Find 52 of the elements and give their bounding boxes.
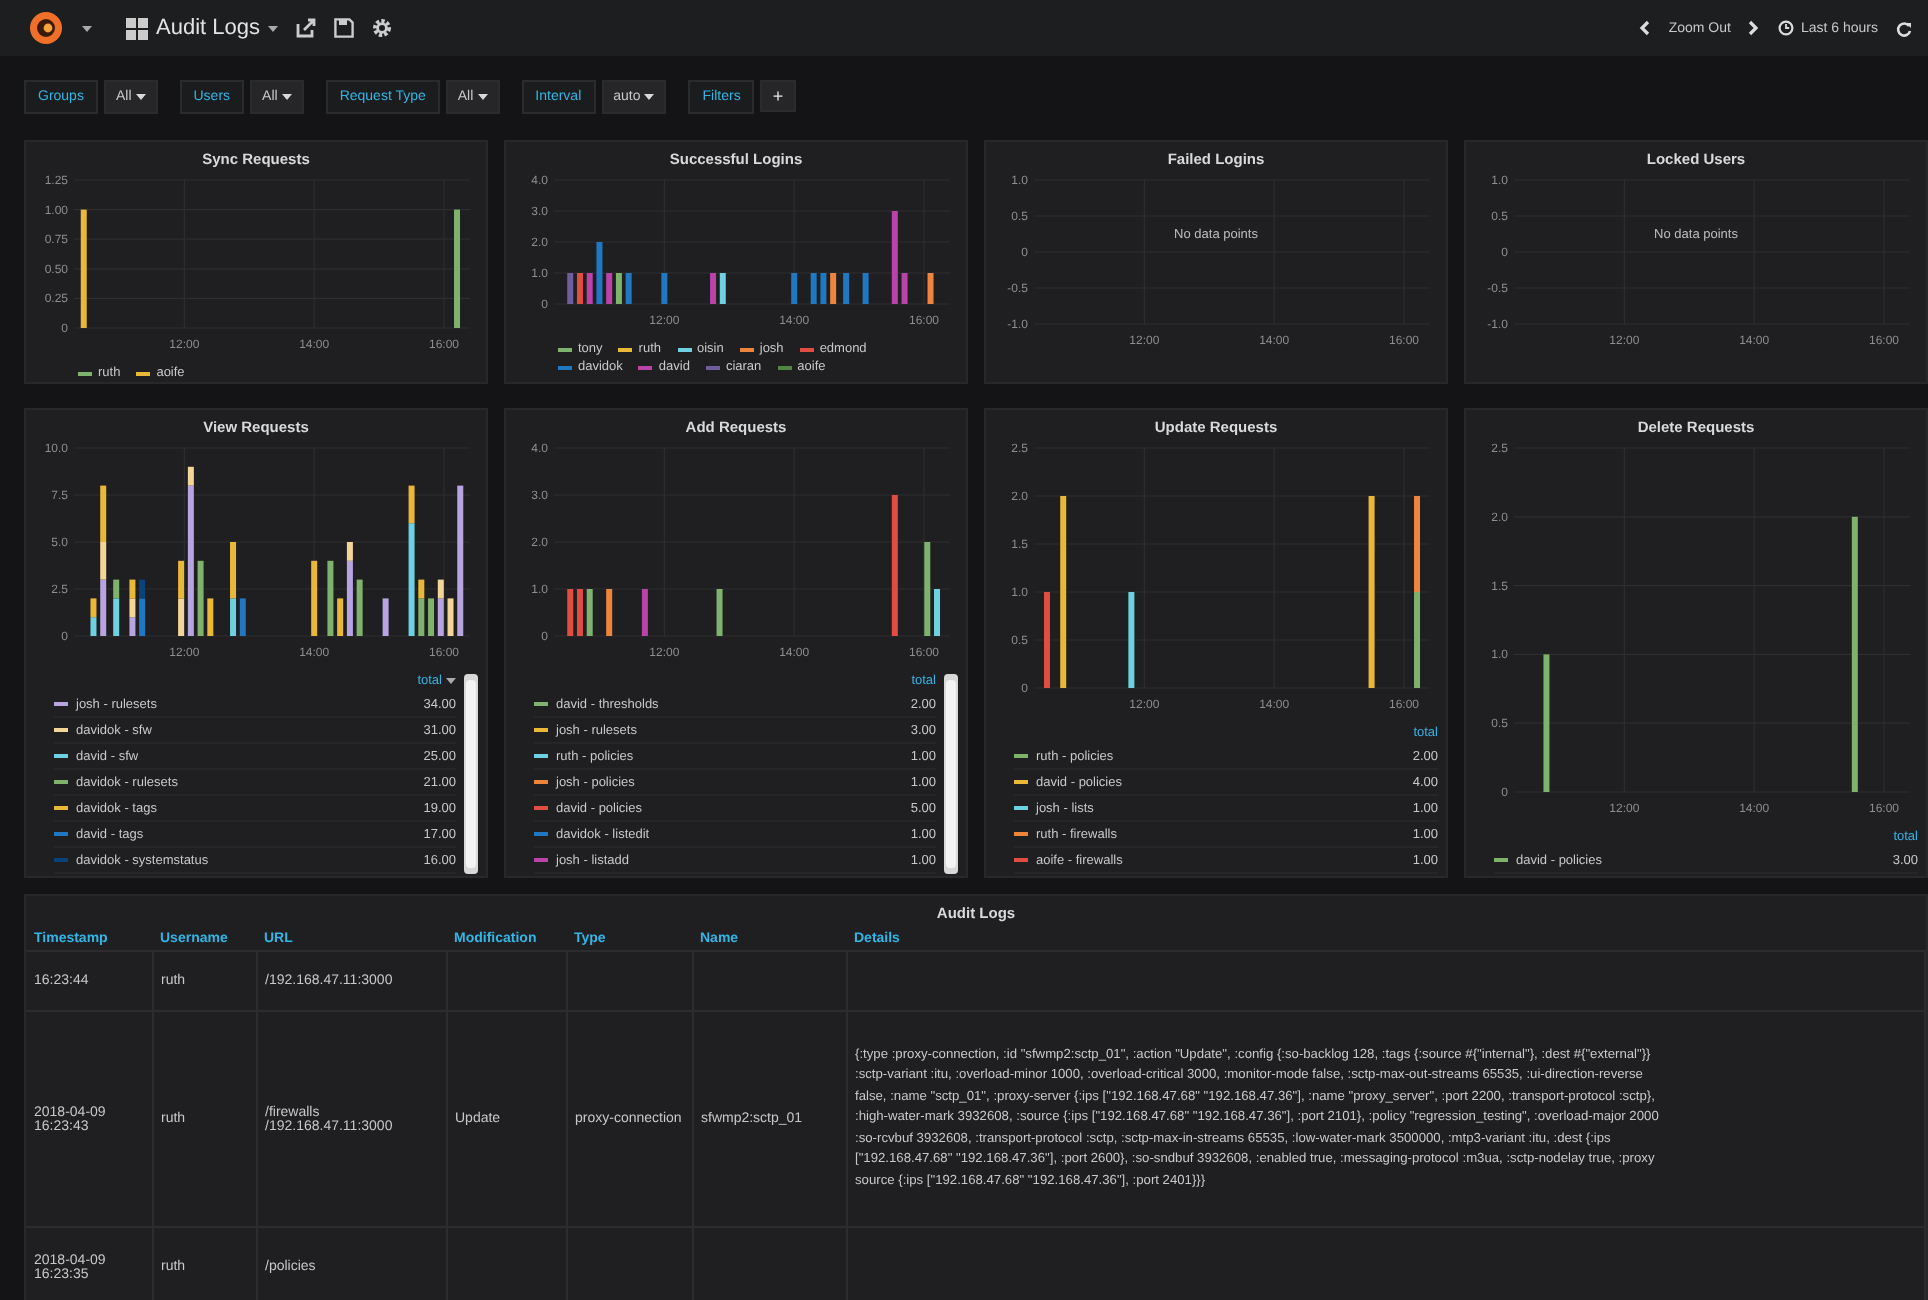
clock-icon	[1778, 20, 1795, 36]
chart-bar	[586, 589, 593, 636]
chart-bar	[830, 273, 837, 304]
chart-bar	[311, 560, 318, 636]
chart-bar	[1543, 654, 1550, 792]
chart-bar	[1044, 592, 1050, 688]
settings-icon[interactable]	[371, 18, 392, 38]
chevron-right-icon[interactable]	[1748, 20, 1761, 36]
caret-icon	[82, 25, 92, 31]
chart-bar	[901, 273, 908, 304]
caret-icon	[135, 93, 146, 99]
chart-bar	[791, 273, 798, 304]
chart-bar	[924, 542, 931, 636]
chart-bar	[820, 273, 827, 304]
caret-icon	[644, 93, 655, 99]
share-icon[interactable]	[295, 18, 316, 38]
caret-icon	[477, 93, 488, 99]
dashboard-title[interactable]: Audit Logs	[156, 16, 260, 40]
scrollbar[interactable]	[944, 674, 958, 874]
chart-bar	[927, 273, 934, 304]
add-filter-button[interactable]: +	[760, 80, 796, 112]
grid-icon	[126, 17, 148, 39]
chart-bar	[810, 273, 817, 304]
logo-icon[interactable]	[28, 10, 64, 46]
chart-bar	[586, 273, 593, 304]
chart-bar	[1128, 592, 1135, 688]
chart-bar	[327, 560, 334, 636]
chart-bar	[934, 589, 940, 636]
chart-bar	[207, 598, 214, 636]
scrollbar[interactable]	[464, 674, 478, 874]
chart-bar	[862, 273, 869, 304]
chart-bar	[661, 273, 668, 304]
chart-bar	[356, 579, 363, 636]
chart-bar	[382, 598, 389, 636]
chart-bar	[197, 560, 204, 636]
caret-icon	[267, 25, 278, 31]
chevron-left-icon[interactable]	[1638, 20, 1651, 36]
chart-bar	[843, 273, 850, 304]
chart-bar	[891, 495, 898, 636]
chart-bar	[454, 209, 460, 328]
refresh-icon[interactable]	[1896, 19, 1912, 37]
chart-bar	[447, 598, 454, 636]
chart-bar	[606, 589, 613, 636]
chart-bar	[596, 242, 603, 304]
chart-bar	[891, 211, 898, 304]
chart-bar	[716, 589, 723, 636]
save-icon[interactable]	[333, 18, 354, 38]
caret-icon	[281, 93, 292, 99]
chart-bar	[641, 589, 648, 636]
chart-bar	[80, 209, 87, 328]
chart-bar	[625, 273, 632, 304]
caret-icon	[446, 678, 456, 684]
